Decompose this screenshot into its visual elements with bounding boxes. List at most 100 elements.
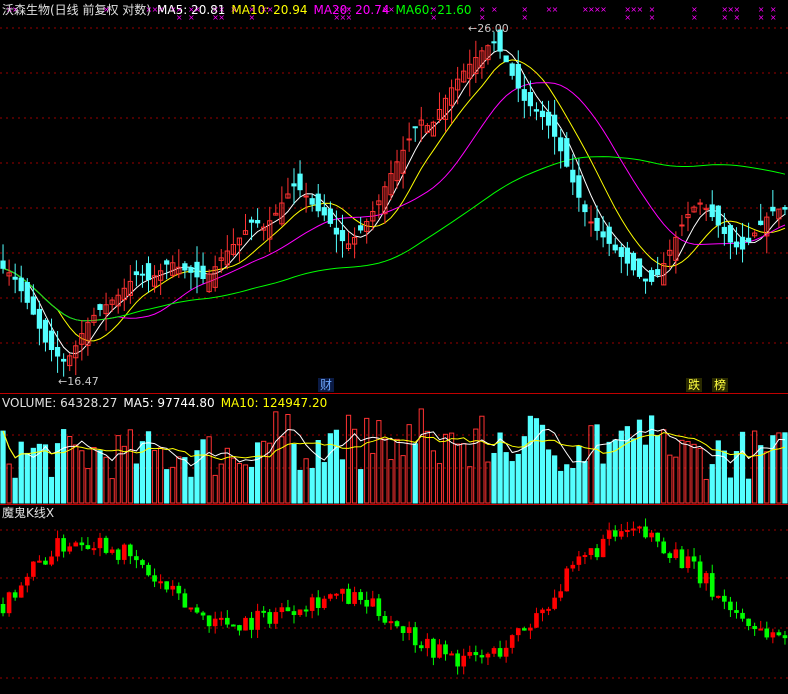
indicator-candle [352, 592, 357, 604]
indicator-candle [0, 604, 6, 614]
indicator-candle [400, 626, 406, 633]
volume-bar [61, 429, 67, 504]
volume-bar [691, 443, 697, 504]
high-price-label: ←26.00 [468, 22, 509, 35]
volume-bar [588, 425, 594, 504]
volume-bar [703, 478, 709, 504]
volume-bar [673, 456, 679, 504]
volume-bar [42, 444, 49, 504]
candle-body [133, 271, 140, 276]
indicator-candle [364, 599, 370, 607]
indicator-candle [528, 627, 533, 631]
volume-bar [582, 461, 588, 504]
candle-body [758, 220, 764, 226]
volume-bar [497, 432, 503, 504]
ranking-event-tag[interactable]: 榜 [712, 378, 729, 392]
candle-body [182, 263, 188, 271]
volume-bar [764, 451, 770, 504]
signal-marker: × [770, 13, 777, 22]
indicator-candle [140, 560, 145, 565]
indicator-candle [194, 607, 200, 613]
indicator-candle [134, 556, 139, 561]
candle-body [18, 277, 24, 292]
volume-bar [297, 469, 303, 504]
volume-bar [121, 445, 127, 504]
indicator-candle [109, 549, 115, 553]
low-price-value: 16.47 [67, 375, 99, 388]
volume-bar [303, 458, 309, 504]
volume-bar [539, 424, 546, 504]
indicator-candle [661, 541, 667, 554]
indicator-candle [412, 627, 418, 646]
indicator-candle [376, 598, 382, 617]
finance-event-tag[interactable]: 财 [318, 378, 335, 392]
signal-marker: × [552, 5, 559, 14]
indicator-candle [643, 526, 648, 538]
volume-bar [73, 444, 79, 504]
candle-body [533, 109, 540, 112]
volume-bar [309, 467, 315, 504]
volume-bar [782, 432, 788, 504]
indicator-candle [315, 597, 321, 608]
volume-bar [333, 429, 340, 504]
indicator-candle [588, 548, 594, 556]
volume-bar [394, 438, 400, 504]
indicator-candle [49, 556, 54, 565]
indicator-candle [261, 610, 266, 613]
decline-event-tag[interactable]: 跌 [686, 378, 703, 392]
volume-bar [127, 429, 133, 504]
indicator-candle [158, 581, 163, 584]
indicator-candle [200, 612, 206, 616]
candle-body [188, 267, 194, 273]
indicator-candle [206, 615, 212, 627]
volume-bar [206, 436, 212, 504]
volume-bar [230, 457, 236, 504]
indicator-candle [576, 556, 582, 565]
signal-marker: × [649, 13, 656, 22]
volume-bar [339, 459, 346, 504]
volume-bar [515, 453, 521, 504]
volume-bar [491, 452, 497, 504]
indicator-candle [461, 655, 467, 667]
indicator-candle [243, 617, 248, 631]
volume-bar [103, 456, 109, 504]
candle-body [655, 269, 661, 276]
volume-ma5-value: MA5: 97744.80 [123, 396, 215, 410]
indicator-candle [85, 545, 91, 549]
volume-bar [745, 478, 752, 504]
indicator-candle [631, 528, 636, 531]
volume-bar [564, 464, 570, 504]
indicator-candle [321, 598, 327, 608]
volume-bar [509, 461, 515, 504]
candle-body [194, 261, 200, 278]
indicator-candle [691, 556, 697, 562]
volume-bar [18, 441, 24, 504]
volume-bar [85, 468, 91, 504]
indicator-candle [455, 653, 460, 667]
candle-body [333, 227, 340, 235]
volume-bar [655, 435, 661, 504]
signal-marker: × [691, 13, 698, 22]
indicator-candle [709, 573, 715, 597]
candle-body [648, 270, 655, 282]
indicator-candle [540, 609, 545, 614]
volume-bar [248, 466, 255, 504]
indicator-candle [509, 635, 515, 648]
indicator-candle [728, 601, 733, 611]
candle-body [61, 358, 67, 362]
candle-body [12, 276, 18, 280]
chart-canvas[interactable]: × × × × × × × ××××× ××××× ××× × ××××××× × ××××× ××× × × ×… [0, 0, 788, 694]
candle-body [321, 207, 327, 216]
indicator-candle [115, 549, 121, 560]
ma60-value: MA60: 21.60 [395, 3, 472, 17]
indicator-candle [697, 561, 703, 584]
indicator-candle [73, 542, 79, 547]
volume-bar [273, 411, 279, 504]
candle-body [291, 183, 297, 187]
signal-marker: × [758, 13, 765, 22]
indicator-candle [237, 625, 242, 631]
indicator-candle [297, 609, 303, 616]
candle-body [42, 319, 49, 343]
stock-chart-window[interactable]: × × × × × × × × × × × × × × × × × × × × × × × × × × × × × × × × × × × × × × × ×… [0, 0, 788, 694]
volume-bar [424, 430, 430, 504]
